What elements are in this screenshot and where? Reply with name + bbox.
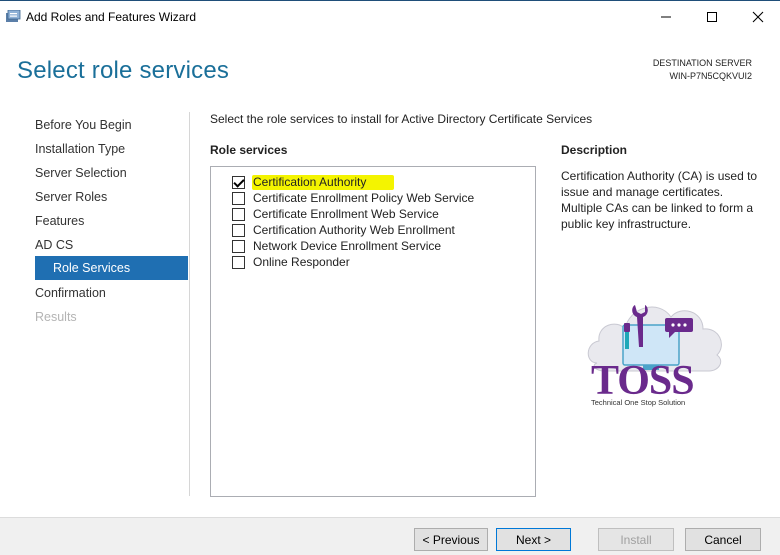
role-service-item[interactable]: Certification Authority xyxy=(232,174,395,190)
checkbox[interactable] xyxy=(232,223,245,237)
checkbox[interactable] xyxy=(232,191,245,205)
role-service-label: Certification Authority Web Enrollment xyxy=(253,223,455,237)
role-service-label: Certificate Enrollment Web Service xyxy=(253,207,439,221)
logo-tagline: Technical One Stop Solution xyxy=(591,398,685,407)
window-title: Add Roles and Features Wizard xyxy=(26,10,197,24)
title-bar: Add Roles and Features Wizard xyxy=(0,0,780,33)
nav-item-features[interactable]: Features xyxy=(35,214,84,228)
role-service-label: Certification Authority xyxy=(252,174,395,190)
nav-item-server-selection[interactable]: Server Selection xyxy=(35,166,127,180)
role-service-item[interactable]: Certification Authority Web Enrollment xyxy=(232,222,455,238)
checkbox[interactable] xyxy=(232,207,245,221)
destination-server-label: DESTINATION SERVER xyxy=(652,58,752,68)
server-manager-icon xyxy=(6,10,21,22)
nav-divider xyxy=(189,112,190,496)
nav-item-confirmation[interactable]: Confirmation xyxy=(35,286,106,300)
cancel-button[interactable]: Cancel xyxy=(685,528,761,551)
role-service-item[interactable]: Certificate Enrollment Web Service xyxy=(232,206,439,222)
nav-item-before-you-begin[interactable]: Before You Begin xyxy=(35,118,132,132)
nav-item-ad-cs[interactable]: AD CS xyxy=(35,238,73,252)
previous-button[interactable]: < Previous xyxy=(414,528,488,551)
description-header: Description xyxy=(561,143,628,157)
next-button[interactable]: Next > xyxy=(496,528,571,551)
close-button[interactable] xyxy=(735,1,780,33)
nav-item-role-services[interactable]: Role Services xyxy=(35,256,188,280)
checkbox[interactable] xyxy=(232,239,245,253)
role-service-item[interactable]: Certificate Enrollment Policy Web Servic… xyxy=(232,190,474,206)
maximize-icon xyxy=(707,12,717,22)
checkbox[interactable] xyxy=(232,255,245,269)
toss-logo: TOSS Technical One Stop Solution xyxy=(587,305,722,407)
role-services-list: Certification Authority Certificate Enro… xyxy=(210,166,536,497)
description-text: Certification Authority (CA) is used to … xyxy=(561,169,758,231)
close-icon xyxy=(752,11,764,23)
instruction-text: Select the role services to install for … xyxy=(210,112,593,126)
maximize-button[interactable] xyxy=(689,1,735,33)
checkbox-checked[interactable] xyxy=(232,175,245,189)
role-services-header: Role services xyxy=(210,143,288,157)
role-service-label: Network Device Enrollment Service xyxy=(253,239,442,253)
nav-item-results: Results xyxy=(35,310,77,324)
page-title: Select role services xyxy=(17,57,230,84)
destination-server-name: WIN-P7N5CQKVUI2 xyxy=(669,71,752,81)
install-button: Install xyxy=(598,528,674,551)
role-service-item[interactable]: Network Device Enrollment Service xyxy=(232,238,441,254)
role-service-label: Certificate Enrollment Policy Web Servic… xyxy=(253,191,475,205)
nav-item-server-roles[interactable]: Server Roles xyxy=(35,190,107,204)
minimize-icon xyxy=(661,16,671,18)
role-service-label: Online Responder xyxy=(253,255,350,269)
minimize-button[interactable] xyxy=(643,1,689,33)
role-service-item[interactable]: Online Responder xyxy=(232,254,350,270)
nav-item-installation-type[interactable]: Installation Type xyxy=(35,142,125,156)
